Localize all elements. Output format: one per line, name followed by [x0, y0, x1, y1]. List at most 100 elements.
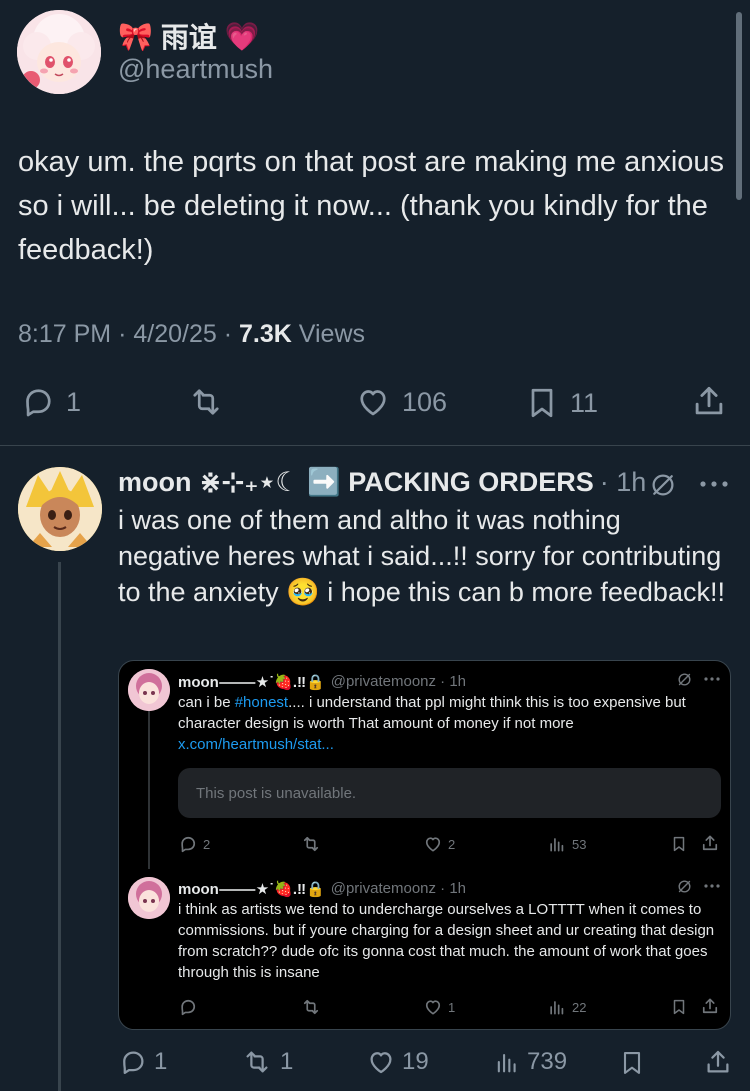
- quote-reply-count: 2: [203, 836, 211, 852]
- more-options-button[interactable]: [698, 476, 730, 492]
- reply-text-part: i hope this can b more feedback!!: [319, 577, 725, 607]
- reply-icon: [123, 1051, 144, 1074]
- reply-time[interactable]: · 1h: [600, 467, 647, 498]
- grok-button[interactable]: [648, 470, 678, 500]
- reply-header: moon ⋇⊹₊⋆☾ ➡️ PACKING ORDERS · 1h: [118, 466, 646, 498]
- heart-emoji: 💗: [224, 20, 260, 52]
- views-count: 7.3K: [239, 320, 292, 348]
- quote-grok-button[interactable]: [676, 671, 693, 688]
- quote-repost-button[interactable]: [300, 834, 327, 854]
- quote-reply-button[interactable]: [178, 997, 203, 1017]
- quote-text-part: can i be: [178, 694, 235, 711]
- handle[interactable]: @heartmush: [118, 54, 273, 85]
- quote-bookmark-button[interactable]: [670, 997, 688, 1017]
- tweet-meta: 8:17 PM · 4/20/25 · 7.3K Views: [18, 320, 365, 349]
- bookmark-icon: [531, 388, 553, 418]
- reply-views-count: 739: [527, 1048, 568, 1075]
- quoted-post-card[interactable]: moon⸻★˙🍓.‼︎🔒 @privatemoonz · 1h can i be…: [118, 660, 731, 1030]
- reply-icon: [26, 389, 51, 417]
- quote-display-name[interactable]: moon⸻★˙🍓.‼︎🔒: [178, 878, 325, 899]
- heart-icon: [425, 1000, 441, 1015]
- quote-reply-button[interactable]: 2: [178, 834, 210, 854]
- reply-views-button[interactable]: 739: [493, 1047, 567, 1077]
- quote-like-count: 1: [448, 999, 456, 1015]
- pleading-emoji: 🥹: [286, 577, 320, 607]
- views-label: Views: [298, 320, 366, 348]
- display-name[interactable]: 🎀 雨谊 💗: [118, 16, 260, 56]
- bookmark-button[interactable]: 11: [524, 384, 598, 422]
- quote-text: i think as artists we tend to undercharg…: [178, 901, 715, 981]
- meta-separator: ·: [118, 320, 134, 348]
- more-icon: [704, 677, 720, 681]
- bookmark-icon: [623, 1052, 641, 1074]
- bookmark-icon: [673, 999, 685, 1015]
- repost-button[interactable]: [186, 384, 236, 420]
- divider: [0, 445, 750, 446]
- quote-like-count: 2: [448, 836, 456, 852]
- reply-repost-button[interactable]: 1: [240, 1047, 293, 1077]
- tweet-date[interactable]: 4/20/25: [133, 320, 216, 348]
- reply-count: 1: [66, 386, 82, 417]
- repost-icon: [303, 999, 319, 1015]
- bookmark-count: 11: [570, 387, 599, 418]
- quote-avatar[interactable]: [128, 669, 170, 711]
- quote-share-button[interactable]: [700, 833, 720, 853]
- quote-more-button[interactable]: [703, 675, 721, 683]
- heart-icon: [360, 390, 386, 416]
- tweet-text: okay um. the pqrts on that post are maki…: [18, 146, 725, 266]
- grok-icon: [678, 673, 691, 686]
- share-button[interactable]: [690, 382, 728, 420]
- reply-like-count: 19: [402, 1048, 429, 1075]
- reply-share-button[interactable]: [703, 1046, 733, 1078]
- like-button[interactable]: 106: [354, 384, 447, 420]
- reply-icon: [181, 999, 196, 1016]
- unavailable-post: This post is unavailable.: [178, 768, 721, 818]
- share-icon: [702, 998, 718, 1014]
- reply-button[interactable]: 1: [20, 384, 81, 420]
- reply-display-name[interactable]: moon ⋇⊹₊⋆☾ ➡️ PACKING ORDERS: [118, 466, 594, 498]
- grok-icon: [678, 880, 691, 893]
- bookmark-icon: [673, 836, 685, 852]
- quote-like-button[interactable]: 2: [423, 834, 455, 854]
- quote-display-name[interactable]: moon⸻★˙🍓.‼︎🔒: [178, 671, 325, 692]
- reply-avatar[interactable]: [18, 467, 102, 551]
- grok-icon: [652, 474, 674, 496]
- quote-handle[interactable]: @privatemoonz · 1h: [331, 673, 466, 690]
- reply-text: i was one of them and altho it was nothi…: [118, 502, 728, 610]
- views-icon: [550, 838, 564, 852]
- quote-more-button[interactable]: [703, 882, 721, 890]
- quote-bookmark-button[interactable]: [670, 834, 688, 854]
- quote-views-button[interactable]: 53: [547, 834, 586, 854]
- tweet-time[interactable]: 8:17 PM: [18, 320, 111, 348]
- hashtag-link[interactable]: #honest: [235, 694, 288, 711]
- quote-like-button[interactable]: 1: [423, 997, 455, 1017]
- reply-reply-button[interactable]: 1: [118, 1047, 167, 1077]
- reply-repost-count: 1: [280, 1048, 294, 1075]
- meta-separator: ·: [223, 320, 239, 348]
- quote-views-count: 22: [572, 999, 587, 1015]
- quote-handle[interactable]: @privatemoonz · 1h: [331, 880, 466, 897]
- more-icon: [700, 481, 728, 487]
- bow-emoji: 🎀: [118, 20, 153, 52]
- repost-icon: [246, 1051, 268, 1073]
- quote-views-button[interactable]: 22: [547, 997, 586, 1017]
- like-count: 106: [402, 386, 448, 417]
- quote-avatar[interactable]: [128, 877, 170, 919]
- repost-icon: [303, 836, 319, 852]
- avatar[interactable]: [17, 10, 101, 94]
- quote-repost-button[interactable]: [300, 997, 327, 1017]
- heart-icon: [370, 1052, 392, 1074]
- repost-icon: [193, 389, 219, 415]
- quote-share-button[interactable]: [700, 996, 720, 1016]
- reply-bookmark-button[interactable]: [618, 1047, 646, 1079]
- reply-icon: [181, 836, 196, 853]
- reply-like-button[interactable]: 19: [366, 1047, 429, 1077]
- display-name-text: 雨谊: [160, 22, 217, 53]
- post-link[interactable]: x.com/heartmush/stat...: [178, 736, 334, 753]
- views-icon: [497, 1053, 516, 1073]
- scrollbar[interactable]: [736, 12, 742, 200]
- share-icon: [707, 1050, 729, 1073]
- share-icon: [695, 386, 723, 415]
- quote-grok-button[interactable]: [676, 878, 693, 895]
- quote-views-count: 53: [572, 836, 587, 852]
